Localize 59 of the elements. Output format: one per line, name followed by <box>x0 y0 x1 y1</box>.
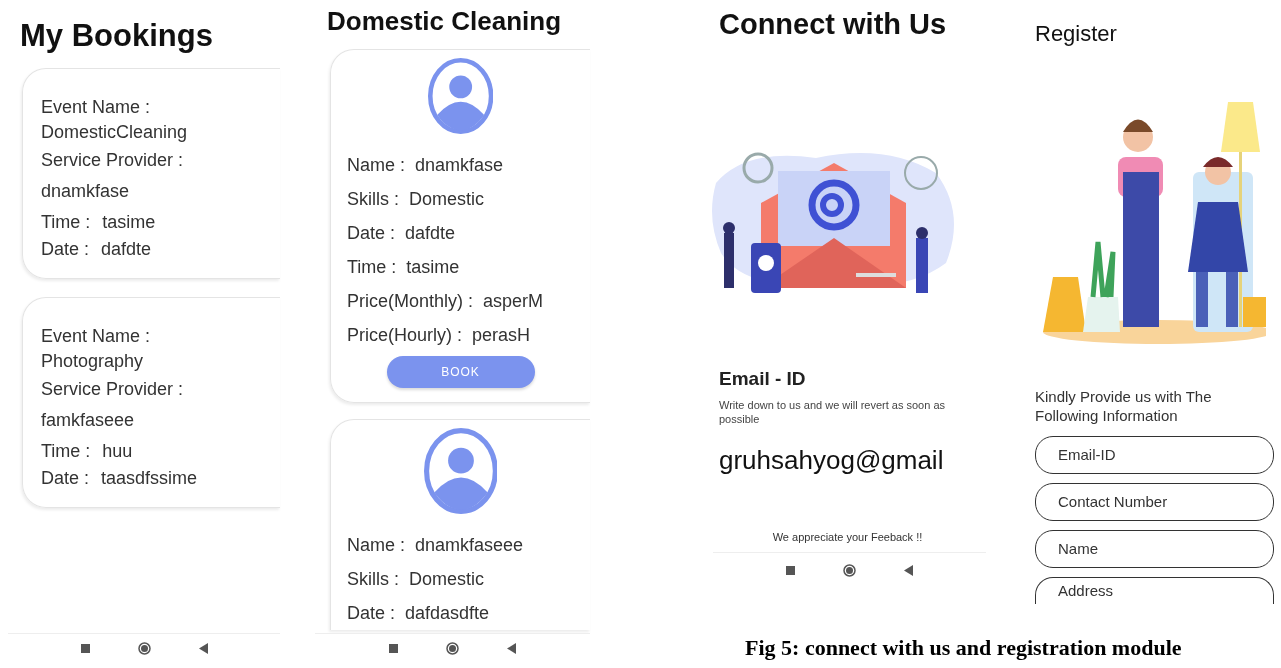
field-label: Service Provider : <box>41 149 185 172</box>
input-field[interactable]: Email-ID <box>1035 435 1274 474</box>
figure-caption: Fig 5: connect with us and registration module <box>745 634 1183 661</box>
field-label: Time : <box>347 256 397 278</box>
field-label: Event Name : <box>41 325 152 348</box>
back-triangle-icon[interactable] <box>507 642 516 654</box>
screen-title: Connect with Us <box>719 8 948 41</box>
circle-icon[interactable] <box>843 563 856 577</box>
input-field[interactable]: Contact Number <box>1035 482 1274 521</box>
square-icon[interactable] <box>389 643 398 653</box>
field-value: Photography <box>41 350 145 373</box>
field-value: Domestic <box>409 188 485 210</box>
back-triangle-icon[interactable] <box>904 564 913 576</box>
square-icon[interactable] <box>80 643 90 653</box>
field-label: Time : <box>41 211 91 234</box>
field-value: dafdte <box>101 238 152 261</box>
circle-icon[interactable] <box>446 641 459 655</box>
field-value: taasdfssime <box>101 467 198 490</box>
field-label: Date : <box>41 467 90 490</box>
section-heading: Email - ID <box>719 367 807 391</box>
field-label: Time : <box>41 440 91 463</box>
field-value: asperM <box>483 290 544 312</box>
description-text: Write down to us and we will revert as soon as possible <box>719 397 946 427</box>
field-value: dafdasdfte <box>405 602 490 624</box>
field-label: Price(Hourly) : <box>347 324 462 346</box>
square-icon[interactable] <box>786 565 795 575</box>
field-value: dnamkfase <box>41 180 131 203</box>
field-label: Date : <box>41 238 90 261</box>
field-value: perasH <box>472 324 531 346</box>
input-field[interactable]: Address <box>1035 576 1274 604</box>
field-value: dafdte <box>405 222 456 244</box>
field-label: Name : <box>347 534 406 556</box>
field-label: Date : <box>347 602 396 624</box>
instruction-text: Kindly Provide us with The Following Information <box>1035 386 1213 426</box>
avatar-icon <box>427 58 494 134</box>
field-label: Date : <box>347 222 396 244</box>
screen-title: My Bookings <box>20 18 214 54</box>
field-label: Event Name : <box>41 96 152 119</box>
field-value: Domestic <box>409 568 485 590</box>
circle-icon[interactable] <box>137 641 151 655</box>
screen-title: Register <box>1035 20 1118 48</box>
email-address: gruhsahyog@gmail <box>719 444 945 478</box>
field-value: famkfaseee <box>41 409 136 432</box>
field-value: tasime <box>406 256 460 278</box>
field-label: Skills : <box>347 188 399 210</box>
field-label: Skills : <box>347 568 399 590</box>
field-value: huu <box>102 440 133 463</box>
avatar-icon <box>423 428 498 514</box>
input-field[interactable]: Name <box>1035 529 1274 568</box>
feedback-text: We appreciate your Feeback !! <box>771 530 924 545</box>
field-label: Price(Monthly) : <box>347 290 474 312</box>
field-value: dnamkfase <box>415 154 504 176</box>
back-triangle-icon[interactable] <box>198 642 208 654</box>
field-value: dnamkfaseee <box>415 534 524 556</box>
field-label: Service Provider : <box>41 378 185 401</box>
screen-title: Domestic Cleaning <box>327 6 563 37</box>
field-label: Name : <box>347 154 406 176</box>
field-value: DomesticCleaning <box>41 121 189 144</box>
field-value: tasime <box>102 211 156 234</box>
